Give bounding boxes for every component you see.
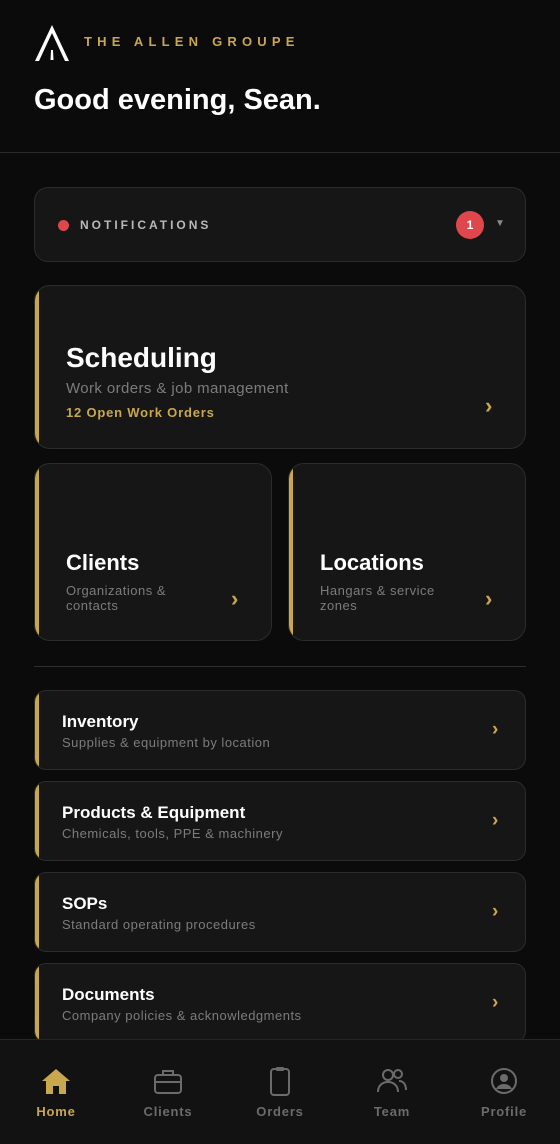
clients-card[interactable]: Clients Organizations & contacts › xyxy=(34,463,272,641)
chevron-right-icon: › xyxy=(485,586,493,611)
chevron-right-icon: › xyxy=(485,393,493,418)
allen-logo-icon xyxy=(35,25,69,61)
scheduling-subtitle: Work orders & job management xyxy=(66,380,289,397)
sops-row[interactable]: SOPs Standard operating procedures › xyxy=(34,872,526,952)
clients-title: Clients xyxy=(66,550,140,575)
products-equipment-row[interactable]: Products & Equipment Chemicals, tools, P… xyxy=(34,781,526,861)
accent-bar xyxy=(289,464,293,640)
chevron-right-icon: › xyxy=(492,901,499,922)
tab-label: Profile xyxy=(480,1104,528,1119)
accent-bar xyxy=(35,873,39,951)
locations-subtitle: Hangars & service zones xyxy=(320,583,435,613)
accent-bar xyxy=(35,286,39,448)
app-header: THE ALLEN GROUPE Good evening, Sean. xyxy=(0,0,560,153)
chevron-right-icon: › xyxy=(492,719,499,740)
chevron-right-icon: › xyxy=(492,992,499,1013)
section-divider xyxy=(34,666,526,667)
open-work-orders-count: 12 Open Work Orders xyxy=(66,405,215,420)
locations-title: Locations xyxy=(320,550,424,575)
accent-bar xyxy=(35,691,39,769)
notifications-label: NOTIFICATIONS xyxy=(80,218,212,232)
tab-team[interactable]: Team xyxy=(336,1040,448,1144)
home-icon xyxy=(42,1069,70,1094)
caret-down-icon[interactable]: ▼ xyxy=(495,218,505,229)
tab-label: Home xyxy=(36,1104,76,1119)
accent-bar xyxy=(35,964,39,1042)
locations-card[interactable]: Locations Hangars & service zones › xyxy=(288,463,526,641)
accent-bar xyxy=(35,782,39,860)
scheduling-title: Scheduling xyxy=(66,342,217,373)
clipboard-icon xyxy=(270,1067,290,1096)
notifications-panel[interactable]: NOTIFICATIONS 1 ▼ xyxy=(34,187,526,262)
inventory-row[interactable]: Inventory Supplies & equipment by locati… xyxy=(34,690,526,770)
greeting-title: Good evening, Sean. xyxy=(34,84,321,116)
list-item-subtitle: Supplies & equipment by location xyxy=(62,735,271,750)
list-item-title: Documents xyxy=(62,985,155,1004)
clients-subtitle: Organizations & contacts xyxy=(66,583,166,613)
tab-label: Clients xyxy=(143,1104,193,1119)
list-item-title: Inventory xyxy=(62,712,139,731)
chevron-right-icon: › xyxy=(231,586,239,611)
accent-bar xyxy=(35,464,39,640)
list-item-subtitle: Chemicals, tools, PPE & machinery xyxy=(62,826,283,841)
tab-orders[interactable]: Orders xyxy=(224,1040,336,1144)
notification-count-badge: 1 xyxy=(456,211,484,239)
bottom-tab-bar: Home Clients Orders Team Profile xyxy=(0,1039,560,1144)
list-item-subtitle: Standard operating procedures xyxy=(62,917,256,932)
documents-row[interactable]: Documents Company policies & acknowledgm… xyxy=(34,963,526,1043)
profile-icon xyxy=(491,1068,517,1094)
tab-label: Team xyxy=(373,1104,411,1119)
scheduling-card[interactable]: Scheduling Work orders & job management … xyxy=(34,285,526,449)
list-item-title: SOPs xyxy=(62,894,108,913)
notification-dot-icon xyxy=(58,220,69,231)
list-item-subtitle: Company policies & acknowledgments xyxy=(62,1008,302,1023)
tab-profile[interactable]: Profile xyxy=(448,1040,560,1144)
list-item-title: Products & Equipment xyxy=(62,803,246,822)
chevron-right-icon: › xyxy=(492,810,499,831)
tab-home[interactable]: Home xyxy=(0,1040,112,1144)
brand-name: THE ALLEN GROUPE xyxy=(84,34,300,49)
tab-label: Orders xyxy=(256,1104,304,1119)
team-icon xyxy=(377,1069,407,1093)
tab-clients[interactable]: Clients xyxy=(112,1040,224,1144)
briefcase-icon xyxy=(154,1070,182,1094)
